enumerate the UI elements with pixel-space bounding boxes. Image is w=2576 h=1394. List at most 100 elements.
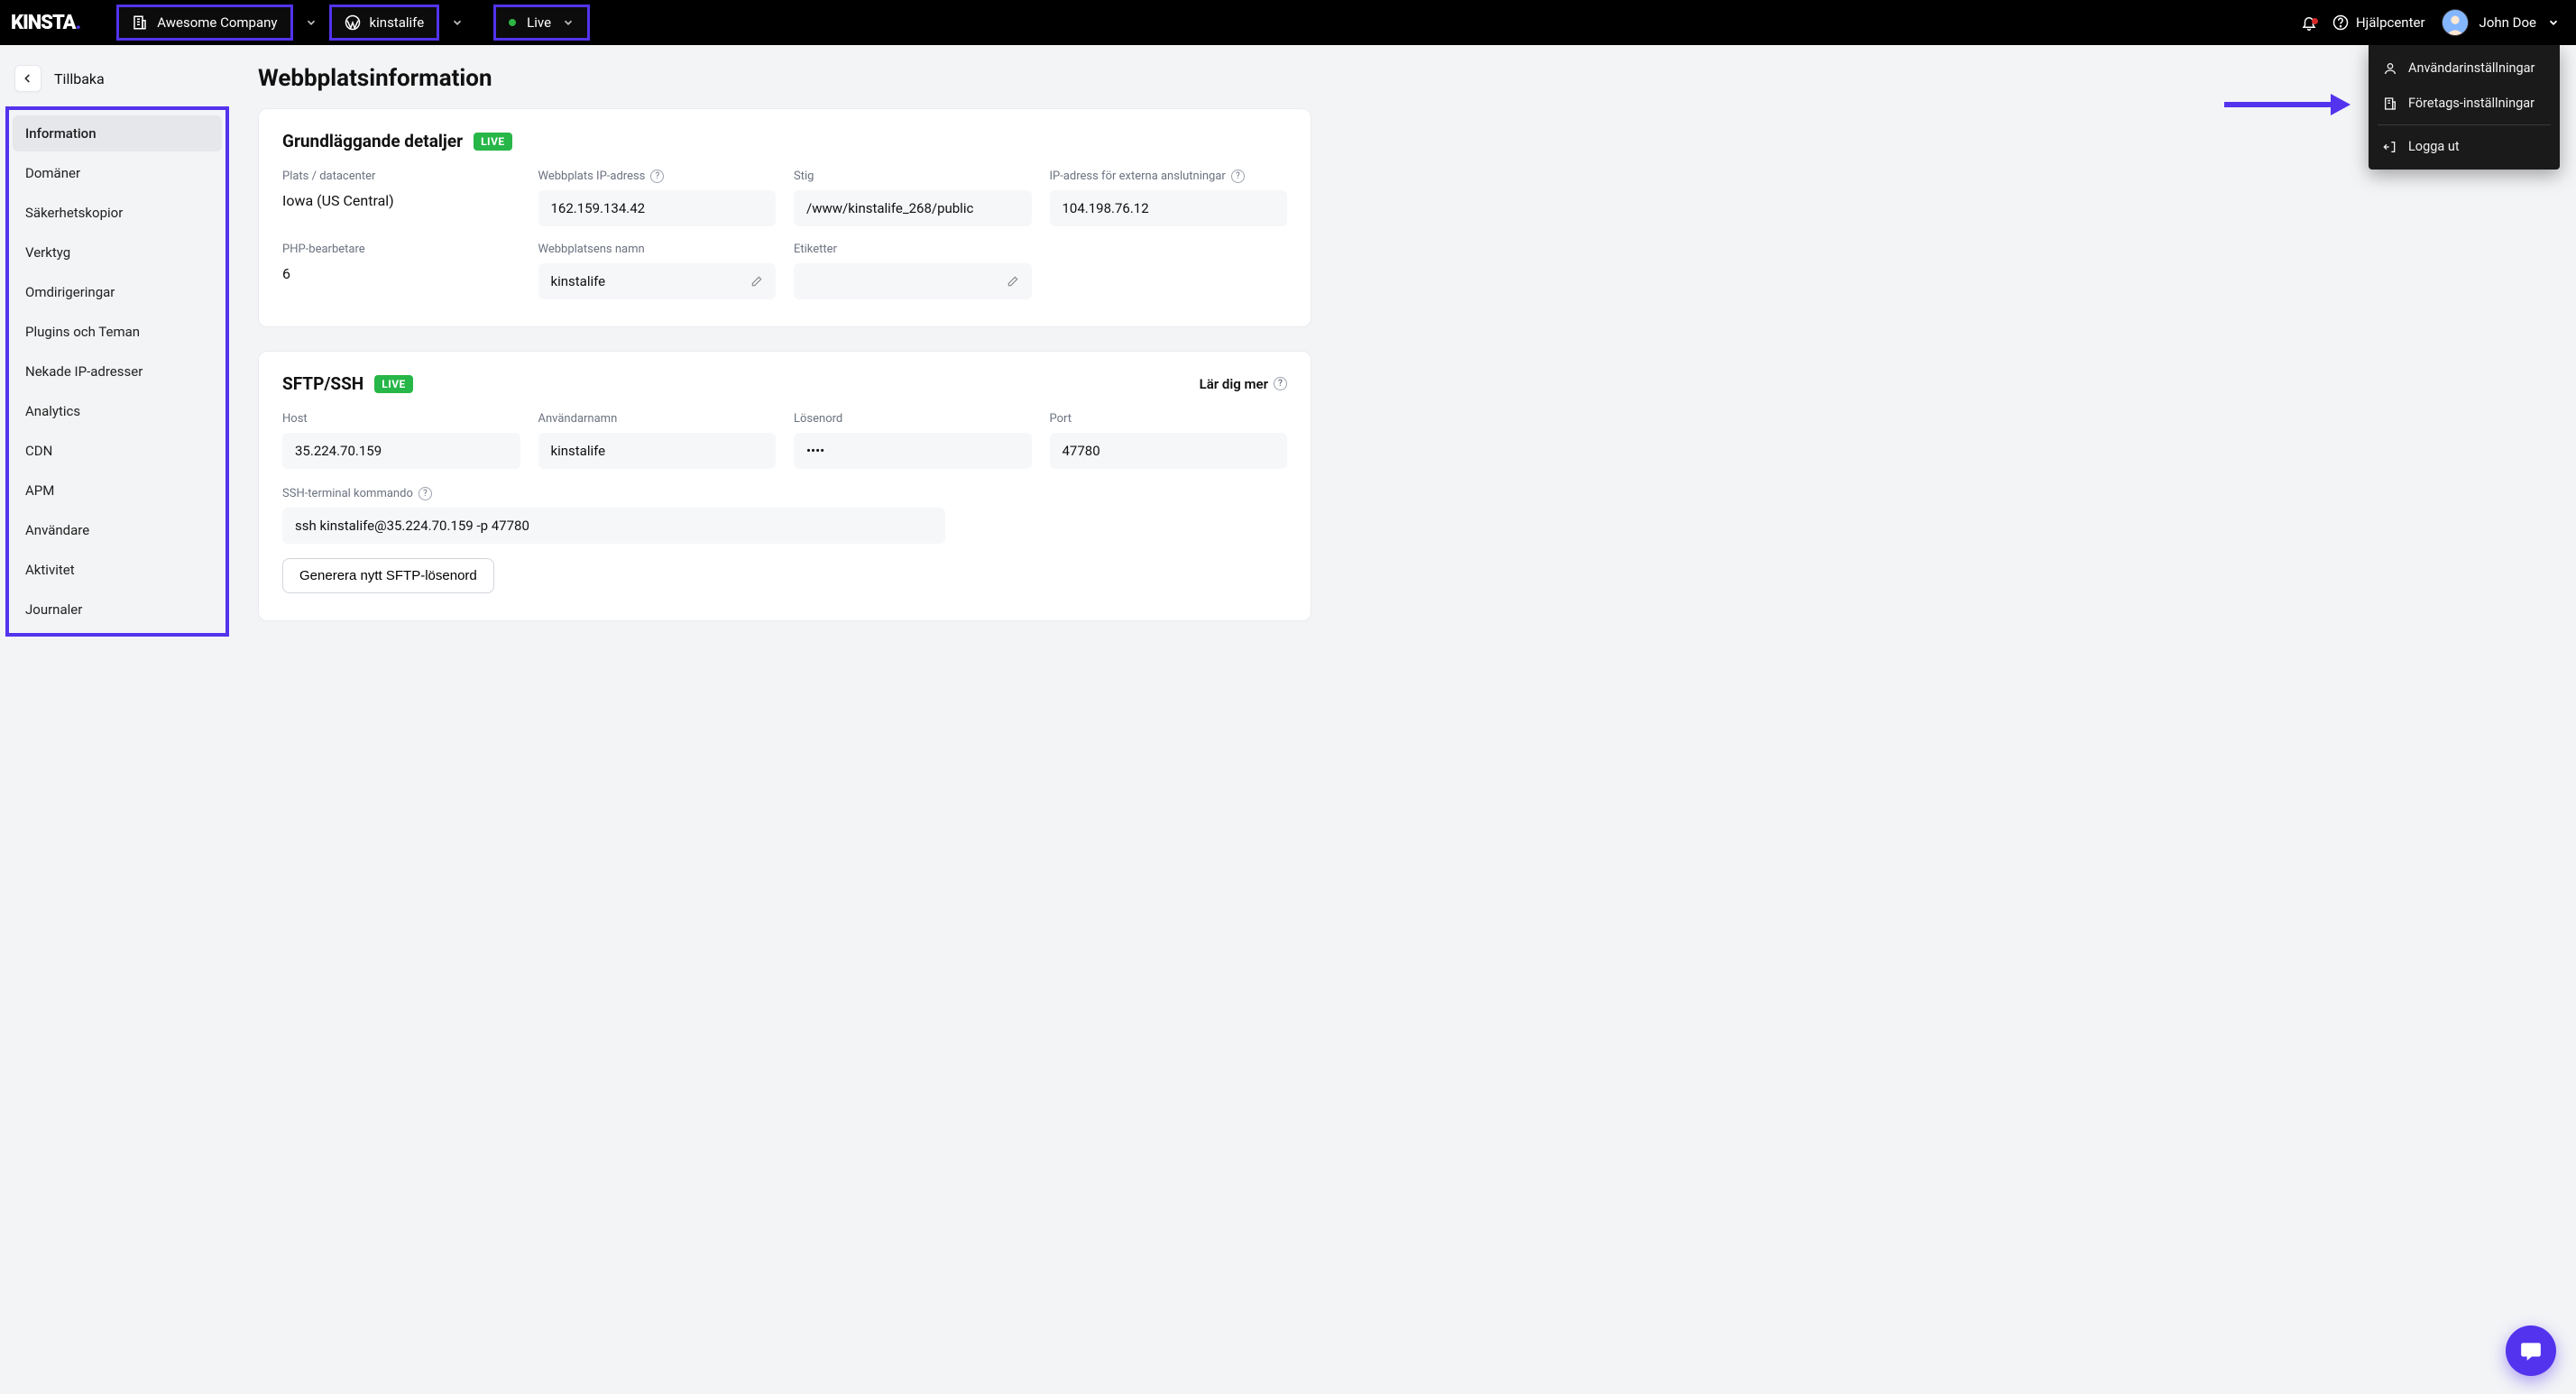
user-name: John Doe (2479, 14, 2536, 31)
sidebar-item-dom-ner[interactable]: Domäner (13, 155, 222, 191)
brand-logo: KINSTA. (11, 12, 80, 34)
building-icon (2383, 96, 2397, 111)
field-path-label: Stig (794, 170, 1032, 183)
notifications-button[interactable] (2293, 14, 2325, 31)
field-username: Användarnamn kinstalife (538, 412, 777, 469)
dropdown-company-settings[interactable]: Företags-inställningar (2369, 86, 2560, 121)
user-menu-button[interactable]: John Doe (2442, 9, 2560, 36)
sidebar-item-nekade-ip-adresser[interactable]: Nekade IP-adresser (13, 353, 222, 390)
sidebar-item-analytics[interactable]: Analytics (13, 393, 222, 429)
field-site-name-label: Webbplatsens namn (538, 243, 777, 256)
building-icon (132, 14, 148, 31)
company-switcher-chevron[interactable] (293, 16, 329, 29)
field-location-label: Plats / datacenter (282, 170, 520, 183)
sidebar-item-journaler[interactable]: Journaler (13, 592, 222, 628)
page-title: Webbplatsinformation (258, 65, 1311, 92)
dropdown-logout[interactable]: Logga ut (2369, 129, 2560, 164)
field-path-value[interactable]: /www/kinstalife_268/public (794, 190, 1032, 226)
site-switcher[interactable]: kinstalife (329, 5, 440, 41)
notification-dot-icon (2312, 18, 2318, 24)
sidebar-item-apm[interactable]: APM (13, 472, 222, 509)
chevron-down-icon (2547, 16, 2560, 29)
sidebar-item-verktyg[interactable]: Verktyg (13, 234, 222, 271)
sidebar-item-omdirigeringar[interactable]: Omdirigeringar (13, 274, 222, 310)
chat-button[interactable] (2506, 1325, 2556, 1376)
annotation-arrow (2224, 97, 2351, 112)
field-ssh-command: SSH-terminal kommando ? ssh kinstalife@3… (282, 487, 1287, 544)
chevron-down-icon (305, 16, 317, 29)
company-switcher[interactable]: Awesome Company (116, 5, 292, 41)
sidebar-nav: Information Domäner SäkerhetskopiorVerktyg… (5, 106, 229, 637)
field-site-name: Webbplatsens namn kinstalife (538, 243, 777, 299)
site-name: kinstalife (370, 14, 425, 31)
sidebar-item-s-kerhetskopior[interactable]: Säkerhetskopior (13, 195, 222, 231)
generate-sftp-password-button[interactable]: Generera nytt SFTP-lösenord (282, 558, 494, 593)
field-password-label: Lösenord (794, 412, 1032, 426)
arrow-left-icon (21, 71, 35, 86)
help-center-link[interactable]: Hjälpcenter (2332, 14, 2425, 31)
field-host-value[interactable]: 35.224.70.159 (282, 433, 520, 469)
field-username-value[interactable]: kinstalife (538, 433, 777, 469)
back-button[interactable] (14, 65, 41, 92)
field-site-name-value[interactable]: kinstalife (538, 263, 777, 299)
site-switcher-chevron[interactable] (439, 16, 475, 29)
dropdown-separator (2378, 124, 2551, 125)
environment-switcher[interactable]: Live (493, 5, 590, 41)
field-ssh-value[interactable]: ssh kinstalife@35.224.70.159 -p 47780 (282, 508, 945, 544)
help-circle-icon (2332, 14, 2349, 31)
field-php-label: PHP-bearbetare (282, 243, 520, 256)
field-php-workers: PHP-bearbetare 6 (282, 243, 520, 299)
field-port-value[interactable]: 47780 (1050, 433, 1288, 469)
chat-icon (2519, 1339, 2543, 1362)
field-external-ip-value[interactable]: 104.198.76.12 (1050, 190, 1288, 226)
help-center-label: Hjälpcenter (2356, 14, 2425, 31)
edit-icon[interactable] (1007, 275, 1019, 288)
learn-more-link[interactable]: Lär dig mer ? (1200, 376, 1287, 392)
field-site-ip-value[interactable]: 162.159.134.42 (538, 190, 777, 226)
field-site-name-text: kinstalife (551, 273, 606, 289)
wordpress-icon (345, 14, 361, 31)
field-site-ip: Webbplats IP-adress ? 162.159.134.42 (538, 170, 777, 226)
company-name: Awesome Company (157, 14, 277, 31)
help-circle-icon[interactable]: ? (650, 170, 664, 183)
user-dropdown: Användarinställningar Företags-inställni… (2369, 45, 2560, 170)
sidebar-item-plugins-och-teman[interactable]: Plugins och Teman (13, 314, 222, 350)
sidebar-item-cdn[interactable]: CDN (13, 433, 222, 469)
back-label: Tillbaka (54, 70, 105, 87)
field-host-label: Host (282, 412, 520, 426)
status-dot-icon (509, 19, 516, 26)
dropdown-company-settings-label: Företags-inställningar (2408, 96, 2535, 111)
field-password-value[interactable]: •••• (794, 433, 1032, 469)
live-badge: LIVE (374, 375, 413, 393)
help-circle-icon[interactable]: ? (419, 487, 432, 500)
live-badge: LIVE (474, 133, 512, 151)
card-basic-title: Grundläggande detaljer (282, 131, 463, 151)
learn-more-label: Lär dig mer (1200, 376, 1268, 392)
sidebar-item-information[interactable]: Information (13, 115, 222, 151)
field-password: Lösenord •••• (794, 412, 1032, 469)
environment-label: Live (527, 14, 551, 31)
field-location: Plats / datacenter Iowa (US Central) (282, 170, 520, 226)
field-site-ip-label: Webbplats IP-adress (538, 170, 646, 183)
chevron-down-icon (562, 16, 575, 29)
avatar (2442, 9, 2469, 36)
help-circle-icon: ? (1274, 377, 1287, 390)
field-path: Stig /www/kinstalife_268/public (794, 170, 1032, 226)
card-sftp-title: SFTP/SSH (282, 373, 363, 394)
sidebar-item-anv-ndare[interactable]: Användare (13, 512, 222, 548)
field-external-ip-label: IP-adress för externa anslutningar (1050, 170, 1226, 183)
field-tags-value[interactable] (794, 263, 1032, 299)
field-php-value: 6 (282, 263, 520, 282)
dropdown-logout-label: Logga ut (2408, 139, 2460, 154)
dropdown-user-settings[interactable]: Användarinställningar (2369, 50, 2560, 86)
sidebar-item-aktivitet[interactable]: Aktivitet (13, 552, 222, 588)
field-external-ip: IP-adress för externa anslutningar ? 104… (1050, 170, 1288, 226)
topbar: KINSTA. Awesome Company kinstalife Live … (0, 0, 2576, 45)
card-sftp-ssh: SFTP/SSH LIVE Lär dig mer ? Host 35.224.… (258, 351, 1311, 621)
field-username-label: Användarnamn (538, 412, 777, 426)
field-location-value: Iowa (US Central) (282, 190, 520, 209)
field-ssh-label: SSH-terminal kommando (282, 487, 413, 500)
help-circle-icon[interactable]: ? (1231, 170, 1245, 183)
field-port: Port 47780 (1050, 412, 1288, 469)
edit-icon[interactable] (750, 275, 763, 288)
